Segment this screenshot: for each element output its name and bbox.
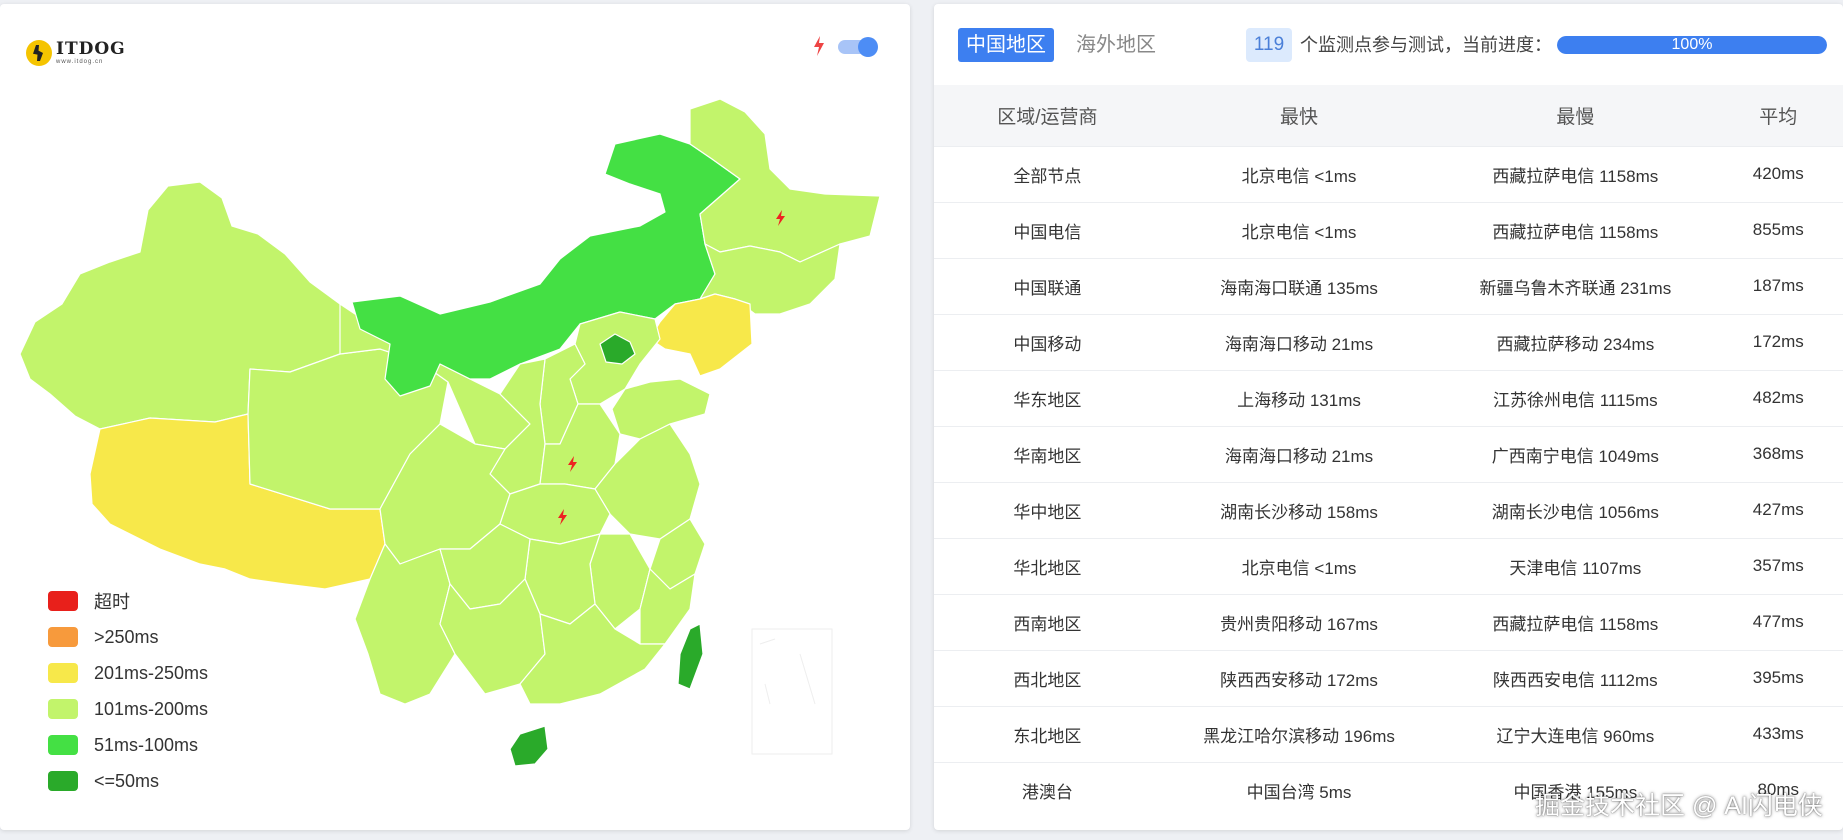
- legend-item-201-250: 201ms-250ms: [48, 655, 208, 691]
- average-cell: 855ms: [1752, 220, 1804, 239]
- legend-item-101-200: 101ms-200ms: [48, 691, 208, 727]
- region-cell: 华中地区: [1013, 502, 1082, 522]
- slowest-cell: 湖南长沙电信 1056ms: [1491, 502, 1659, 522]
- progress-text: 个监测点参与测试，当前进度：: [1300, 35, 1552, 55]
- map-region-hainan: [509, 725, 549, 767]
- fastest-cell: 北京电信 <1ms: [1241, 222, 1357, 242]
- fastest-cell: 北京电信 <1ms: [1241, 166, 1357, 186]
- table-row[interactable]: 中国电信 北京电信 <1ms 西藏拉萨电信 1158ms 855ms: [934, 202, 1843, 258]
- map-panel: ITDOG www.itdog.cn 超时 >250ms 201ms-250ms…: [0, 4, 910, 830]
- table-row[interactable]: 东北地区 黑龙江哈尔滨移动 196ms 辽宁大连电信 960ms 433ms: [934, 706, 1843, 762]
- slowest-cell: 西藏拉萨移动 234ms: [1496, 334, 1655, 354]
- slowest-cell: 西藏拉萨电信 1158ms: [1492, 222, 1659, 242]
- fastest-cell: 上海移动 131ms: [1237, 390, 1361, 410]
- slowest-cell: 西藏拉萨电信 1158ms: [1492, 614, 1659, 634]
- table-row[interactable]: 华东地区 上海移动 131ms 江苏徐州电信 1115ms 482ms: [934, 370, 1843, 426]
- average-cell: 477ms: [1752, 612, 1804, 631]
- region-cell: 中国移动: [1013, 334, 1082, 354]
- table-row[interactable]: 中国移动 海南海口移动 21ms 西藏拉萨移动 234ms 172ms: [934, 314, 1843, 370]
- slowest-cell: 新疆乌鲁木齐联通 231ms: [1479, 278, 1672, 298]
- legend-label: 101ms-200ms: [94, 698, 209, 719]
- fastest-cell: 湖南长沙移动 158ms: [1220, 502, 1378, 522]
- legend-label: 超时: [94, 592, 130, 612]
- region-cell: 东北地区: [1013, 726, 1082, 746]
- column-header: 最快: [1280, 106, 1319, 128]
- legend-item-timeout: 超时: [48, 583, 208, 619]
- slowest-cell: 辽宁大连电信 960ms: [1496, 726, 1655, 746]
- fastest-cell: 北京电信 <1ms: [1241, 558, 1357, 578]
- fastest-cell: 中国台湾 5ms: [1246, 782, 1352, 802]
- average-cell: 395ms: [1752, 668, 1804, 687]
- region-cell: 全部节点: [1013, 166, 1082, 186]
- average-cell: 433ms: [1752, 724, 1804, 743]
- fastest-cell: 海南海口联通 135ms: [1220, 278, 1378, 298]
- average-cell: 420ms: [1752, 164, 1804, 183]
- column-header: 最慢: [1556, 106, 1595, 128]
- fastest-cell: 陕西西安移动 172ms: [1220, 670, 1378, 690]
- legend-swatch: [48, 663, 78, 683]
- legend-item-51-100: 51ms-100ms: [48, 727, 208, 763]
- legend-label: <=50ms: [94, 770, 160, 791]
- watermark: 掘金技术社区 @ AI闪电侠: [1535, 792, 1823, 820]
- column-header: 区域/运营商: [997, 106, 1098, 128]
- table-row[interactable]: 华南地区 海南海口移动 21ms 广西南宁电信 1049ms 368ms: [934, 426, 1843, 482]
- column-header: 平均: [1759, 106, 1798, 128]
- average-cell: 482ms: [1752, 388, 1804, 407]
- legend-label: 201ms-250ms: [94, 662, 209, 683]
- progress-bar: 100%: [1557, 36, 1827, 54]
- table-row[interactable]: 西南地区 贵州贵阳移动 167ms 西藏拉萨电信 1158ms 477ms: [934, 594, 1843, 650]
- legend-swatch: [48, 591, 78, 611]
- average-cell: 368ms: [1752, 444, 1804, 463]
- fastest-cell: 海南海口移动 21ms: [1224, 334, 1374, 354]
- map-region-taiwan: [677, 623, 704, 690]
- legend-label: >250ms: [94, 626, 159, 647]
- south-china-sea-inset: [751, 628, 833, 755]
- node-count-badge: 119: [1246, 28, 1292, 62]
- tab-china[interactable]: 中国地区: [958, 28, 1054, 62]
- region-cell: 中国联通: [1013, 278, 1082, 298]
- slowest-cell: 西藏拉萨电信 1158ms: [1492, 166, 1659, 186]
- table-row[interactable]: 全部节点 北京电信 <1ms 西藏拉萨电信 1158ms 420ms: [934, 146, 1843, 202]
- average-cell: 187ms: [1752, 276, 1804, 295]
- progress-fill: 100%: [1557, 36, 1827, 54]
- region-cell: 港澳台: [1021, 782, 1073, 802]
- region-cell: 华北地区: [1013, 558, 1082, 578]
- slowest-cell: 广西南宁电信 1049ms: [1491, 446, 1659, 466]
- legend-item-under-50: <=50ms: [48, 763, 208, 799]
- legend-swatch: [48, 699, 78, 719]
- table-row[interactable]: 西北地区 陕西西安移动 172ms 陕西西安电信 1112ms 395ms: [934, 650, 1843, 706]
- map-region-inner-mongolia: [351, 133, 741, 397]
- legend-swatch: [48, 735, 78, 755]
- table-header-row: 区域/运营商 最快 最慢 平均: [934, 85, 1843, 146]
- results-table: 区域/运营商 最快 最慢 平均 全部节点 北京电信 <1ms 西藏拉萨电信 11…: [934, 85, 1843, 818]
- region-cell: 中国电信: [1013, 222, 1082, 242]
- slowest-cell: 天津电信 1107ms: [1509, 558, 1642, 578]
- average-cell: 427ms: [1752, 500, 1804, 519]
- fastest-cell: 贵州贵阳移动 167ms: [1220, 614, 1378, 634]
- latency-legend: 超时 >250ms 201ms-250ms 101ms-200ms 51ms-1…: [48, 583, 208, 799]
- table-row[interactable]: 华中地区 湖南长沙移动 158ms 湖南长沙电信 1056ms 427ms: [934, 482, 1843, 538]
- slowest-cell: 江苏徐州电信 1115ms: [1492, 390, 1658, 410]
- legend-swatch: [48, 771, 78, 791]
- table-row[interactable]: 中国联通 海南海口联通 135ms 新疆乌鲁木齐联通 231ms 187ms: [934, 258, 1843, 314]
- legend-swatch: [48, 627, 78, 647]
- average-cell: 357ms: [1752, 556, 1804, 575]
- results-panel: 中国地区 海外地区 119 个监测点参与测试，当前进度： 100% 区域/运营商…: [934, 4, 1843, 830]
- fastest-cell: 海南海口移动 21ms: [1224, 446, 1374, 466]
- table-row[interactable]: 华北地区 北京电信 <1ms 天津电信 1107ms 357ms: [934, 538, 1843, 594]
- average-cell: 172ms: [1752, 332, 1804, 351]
- region-cell: 华东地区: [1013, 390, 1082, 410]
- slowest-cell: 陕西西安电信 1112ms: [1492, 670, 1658, 690]
- region-cell: 华南地区: [1013, 446, 1082, 466]
- tab-overseas[interactable]: 海外地区: [1068, 28, 1164, 62]
- legend-item-over-250: >250ms: [48, 619, 208, 655]
- legend-label: 51ms-100ms: [94, 734, 199, 755]
- region-cell: 西北地区: [1013, 670, 1082, 690]
- fastest-cell: 黑龙江哈尔滨移动 196ms: [1203, 726, 1395, 746]
- region-cell: 西南地区: [1013, 614, 1082, 634]
